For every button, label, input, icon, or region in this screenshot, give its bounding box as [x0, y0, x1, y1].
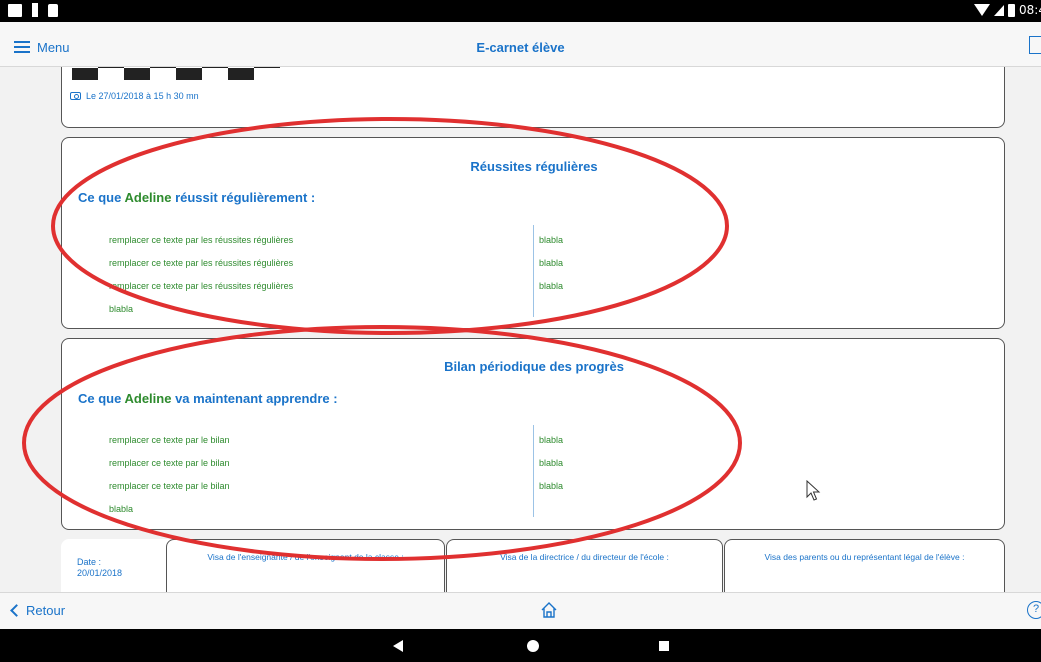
- visa-director-box[interactable]: Visa de la directrice / du directeur de …: [446, 539, 723, 592]
- visa-parents-box[interactable]: Visa des parents ou du représentant léga…: [724, 539, 1005, 592]
- bilan-card: Bilan périodique des progrès Ce que Adel…: [61, 338, 1005, 530]
- visa-row: Date : 20/01/2018 Visa de l'enseignante …: [61, 539, 1005, 592]
- reussites-title: Réussites régulières: [470, 159, 598, 174]
- list-item: blabla: [539, 435, 564, 445]
- column-divider: [533, 225, 534, 317]
- system-icons: 08:4: [974, 3, 1041, 17]
- gallery-notification-icon: [8, 3, 22, 17]
- list-item: remplacer ce texte par les réussites rég…: [109, 258, 294, 268]
- photo-caption: Le 27/01/2018 à 15 h 30 mn: [86, 91, 199, 101]
- list-item: blabla: [539, 281, 564, 291]
- back-button[interactable]: Retour: [10, 603, 65, 618]
- status-bar: 08:4: [0, 0, 1041, 22]
- photo-timestamp: Le 27/01/2018 à 15 h 30 mn: [70, 91, 199, 101]
- reussites-left-list: remplacer ce texte par les réussites rég…: [109, 229, 293, 321]
- signal-icon: [994, 4, 1004, 16]
- nav-back-icon[interactable]: [393, 640, 403, 652]
- student-name: Adeline: [124, 391, 172, 406]
- bilan-subtitle: Ce que Adeline va maintenant apprendre :: [78, 391, 338, 406]
- camera-icon: [70, 92, 81, 100]
- reussites-right-list: blabla blabla blabla: [539, 229, 563, 298]
- list-item: blabla: [539, 235, 564, 245]
- help-icon[interactable]: ?: [1027, 601, 1041, 619]
- date-label: Date :: [77, 557, 102, 567]
- battery-icon: [1008, 3, 1015, 17]
- student-name: Adeline: [124, 190, 172, 205]
- bilan-title: Bilan périodique des progrès: [444, 359, 624, 374]
- list-item: remplacer ce texte par le bilan: [109, 435, 230, 445]
- visa-date-cell: Date : 20/01/2018: [61, 539, 171, 592]
- bottom-bar: Retour ?: [0, 592, 1041, 629]
- system-nav-bar: [0, 629, 1041, 662]
- chevron-left-icon: [10, 604, 23, 617]
- column-divider: [533, 425, 534, 517]
- mouse-cursor-icon: [806, 480, 821, 501]
- list-item: remplacer ce texte par le bilan: [109, 458, 230, 468]
- visa-teacher-box[interactable]: Visa de l'enseignante / de l'enseignant …: [166, 539, 445, 592]
- share-icon[interactable]: [1029, 36, 1041, 54]
- reussites-card: Réussites régulières Ce que Adeline réus…: [61, 137, 1005, 329]
- nav-recents-icon[interactable]: [659, 641, 669, 651]
- bilan-right-list: blabla blabla blabla: [539, 429, 563, 498]
- home-icon[interactable]: [540, 601, 558, 619]
- photo-thumbnail-row: [72, 68, 280, 80]
- list-item: blabla: [539, 258, 564, 268]
- list-item: remplacer ce texte par les réussites rég…: [109, 281, 294, 291]
- list-item: blabla: [539, 458, 564, 468]
- list-item: remplacer ce texte par le bilan: [109, 481, 230, 491]
- photo-card: Le 27/01/2018 à 15 h 30 mn: [61, 67, 1005, 128]
- sd-card-notification-icon: [48, 3, 58, 17]
- app-bar: Menu E-carnet élève: [0, 22, 1041, 67]
- page-title: E-carnet élève: [476, 40, 565, 55]
- list-item: remplacer ce texte par les réussites rég…: [109, 235, 294, 245]
- notification-icons: [8, 3, 58, 17]
- list-item: blabla: [109, 504, 134, 514]
- date-value: 20/01/2018: [77, 568, 123, 578]
- list-item: blabla: [109, 304, 134, 314]
- reussites-subtitle: Ce que Adeline réussit régulièrement :: [78, 190, 316, 205]
- nav-home-icon[interactable]: [527, 640, 539, 652]
- wifi-icon: [974, 4, 990, 16]
- usb-notification-icon: [32, 3, 38, 17]
- clock: 08:4: [1019, 3, 1041, 17]
- list-item: blabla: [539, 481, 564, 491]
- scroll-content[interactable]: Le 27/01/2018 à 15 h 30 mn Réussites rég…: [0, 67, 1041, 592]
- bilan-left-list: remplacer ce texte par le bilan remplace…: [109, 429, 230, 521]
